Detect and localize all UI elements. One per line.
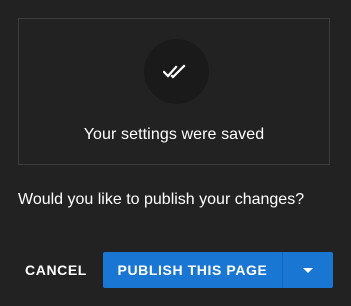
cancel-button[interactable]: CANCEL xyxy=(18,252,94,288)
caret-down-icon xyxy=(303,267,313,273)
publish-dialog: Your settings were saved Would you like … xyxy=(0,0,351,306)
double-check-icon xyxy=(163,64,186,79)
saved-message: Your settings were saved xyxy=(83,126,265,143)
publish-split-button: PUBLISH THIS PAGE xyxy=(103,252,333,288)
publish-options-dropdown-button[interactable] xyxy=(283,252,333,288)
publish-page-button[interactable]: PUBLISH THIS PAGE xyxy=(103,252,282,288)
check-icon-circle xyxy=(144,39,209,104)
publish-question: Would you like to publish your changes? xyxy=(18,191,305,208)
saved-confirmation-panel: Your settings were saved xyxy=(18,18,330,165)
